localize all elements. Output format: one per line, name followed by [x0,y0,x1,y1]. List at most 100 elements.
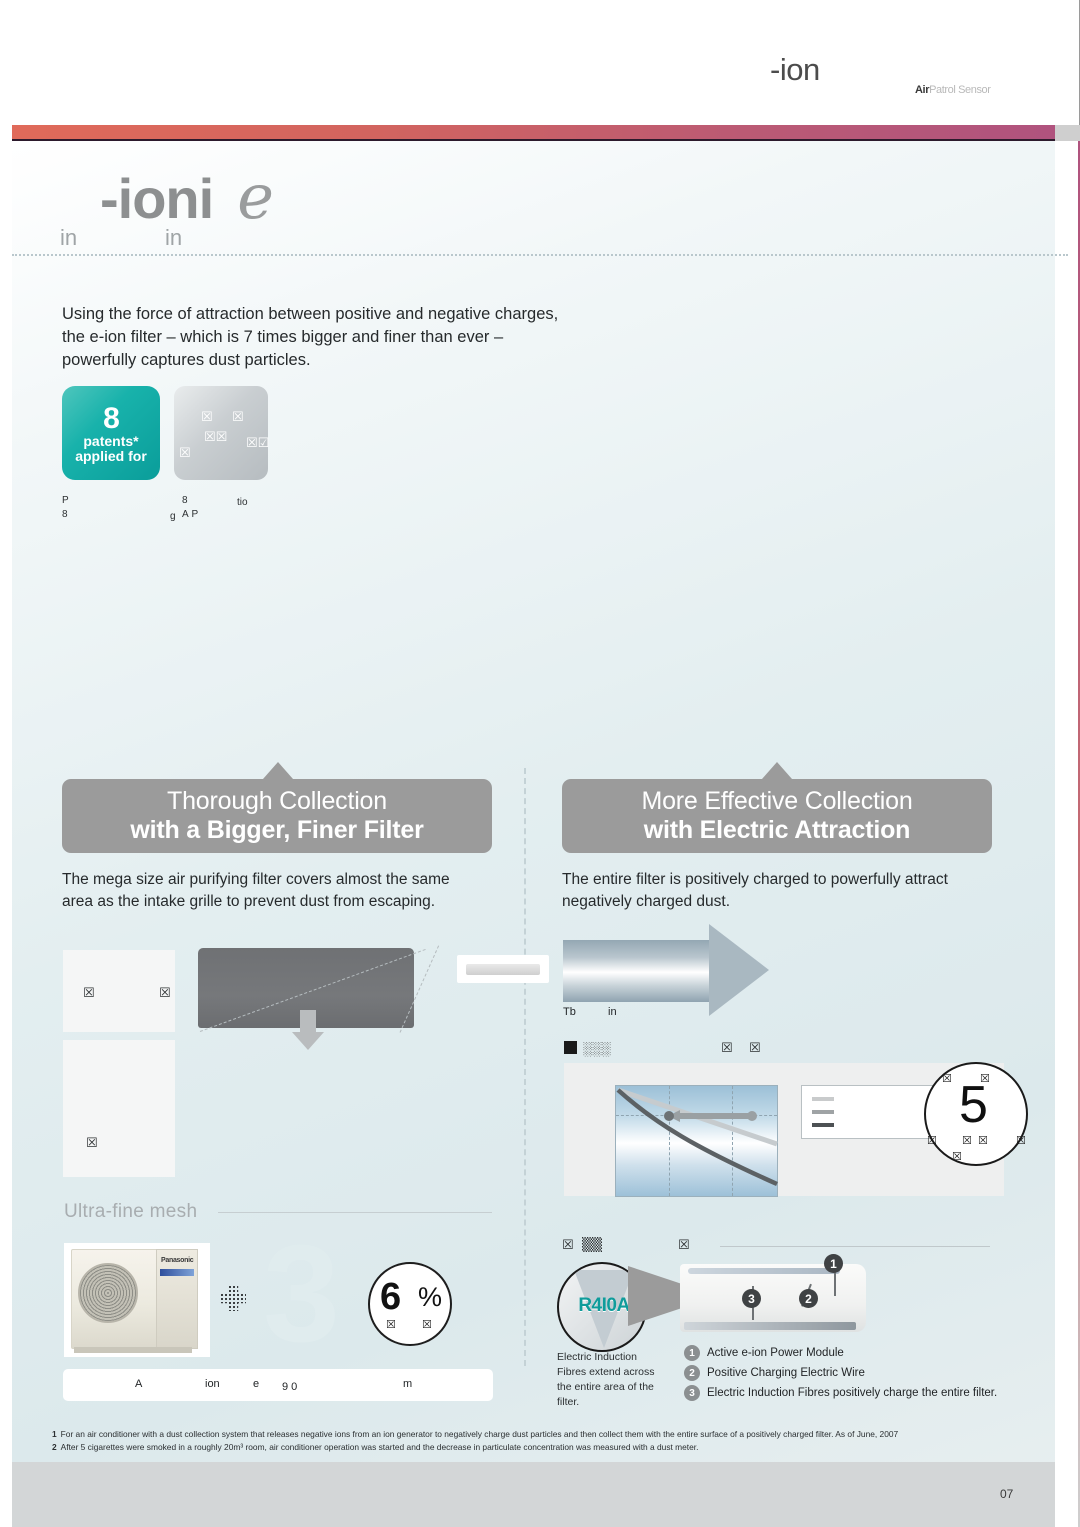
outdoor-unit-label-strip [160,1269,194,1276]
percentage-circle-badge: 6 % ☒ ☒ [368,1262,452,1346]
left-panel-header-line1: Thorough Collection [167,787,387,815]
badge-caption-r2b: g [170,511,176,522]
outdoor-unit-fan-grille [78,1263,138,1323]
arrow-caption-a: Tb [563,1006,576,1018]
minutes-circle-glyph-b: ☒ [980,1072,990,1085]
left-panel-header-line2: with a Bigger, Finer Filter [130,816,424,844]
legend-glyph-2: ☒ [749,1041,761,1056]
secondary-badge-glyph-5: ☒ [179,446,191,461]
legend-item: 2 Positive Charging Electric Wire [684,1365,1004,1381]
caption-strip-item-5: m [403,1378,413,1390]
callout-line-1 [834,1270,836,1296]
chart-legend [801,1085,934,1139]
callout-marker-2: 2 [799,1289,818,1308]
badge-caption-r1b: 8 [182,495,188,506]
column-divider [524,768,526,1366]
intro-paragraph: Using the force of attraction between po… [62,305,559,369]
callout-marker-3: 3 [742,1289,761,1308]
chart-series-svg [616,1087,778,1187]
indoor-unit-cutaway [680,1264,866,1332]
callout-marker-3-dot: 3 [742,1289,761,1308]
left-panel-head-notch [263,762,293,779]
minutes-circle-glyph-c: ☒ [927,1134,937,1147]
filter-box-top-glyph-1: ☒ [83,986,95,1001]
right-panel-header: More Effective Collection with Electric … [562,779,992,853]
percentage-circle-number: 6 [380,1276,401,1318]
footnotes: 1 For an air conditioner with a dust col… [52,1428,1037,1454]
indoor-unit-top-bar [688,1268,840,1274]
masthead-subtitle-light: Patrol Sensor [929,84,991,96]
filter-box-top-glyph-2: ☒ [159,986,171,1001]
chart-legend-swatch-2 [812,1110,834,1114]
legend-item-text: Active e-ion Power Module [707,1347,844,1359]
minutes-circle-glyph-d: ☒ [962,1134,972,1147]
legend-item-number: 1 [684,1345,700,1361]
callout-marker-1: 1 [824,1254,843,1273]
percentage-circle-glyph-1: ☒ [386,1318,396,1331]
patents-badge-number: 8 [103,402,120,435]
minutes-circle-glyph-g: ☒ [952,1150,962,1163]
legend-square-icon [564,1041,577,1054]
minutes-circle-badge: 5 ☒ ☒ ☒ ☒ ☒ ☒ ☒ [924,1062,1028,1166]
caption-strip-item-1: A [135,1378,143,1390]
numbered-legend-list: 1 Active e-ion Power Module 2 Positive C… [684,1345,1004,1405]
footnote-text: For an air conditioner with a dust colle… [60,1429,899,1439]
secondary-badge-glyph-1: ☒ [201,410,213,425]
left-panel-caption-strip: A ion e 9 0 m [63,1369,493,1401]
left-panel-header: Thorough Collection with a Bigger, Finer… [62,779,492,853]
indoor-unit-inset-detail [457,955,549,983]
page-number: 07 [1000,1487,1014,1501]
footnote-number: 1 [52,1429,57,1439]
big-statistic-number: 3 [263,1217,340,1371]
minutes-circle-glyph-a: ☒ [942,1072,952,1085]
percentage-circle-symbol: % [418,1282,443,1312]
minutes-circle-number: 5 [959,1076,988,1134]
minutes-circle-glyph-e: ☒ [978,1134,988,1147]
secondary-badge-glyph-2: ☒ [232,410,244,425]
legend-item-text: Electric Induction Fibres positively cha… [707,1387,998,1399]
header-dotted-divider [12,254,1068,256]
footer-band [12,1462,1055,1527]
filter-box-bottom-glyph-1: ☒ [86,1136,98,1151]
page-title-script: e [237,160,274,233]
attraction-arrow-head [709,924,769,1016]
legend-glyph-1: ☒ [721,1041,733,1056]
footnote-row: 1 For an air conditioner with a dust col… [52,1428,1037,1441]
electric-induction-sidenote: Electric Induction Fibres extend across … [557,1351,655,1408]
patents-badge-line2: applied for [75,448,147,465]
legend-item-text: Positive Charging Electric Wire [707,1367,865,1379]
page-title: -ioni e [100,166,274,228]
footnote-number: 2 [52,1442,57,1453]
percentage-circle-glyph-2: ☒ [422,1318,432,1331]
callout-marker-1-dot: 1 [824,1254,843,1273]
ultra-fine-mesh-rule [218,1212,492,1213]
accent-gradient-bar [12,125,1055,141]
outdoor-unit-side-panel [156,1249,198,1349]
badge-caption-r2c: A P [182,509,199,520]
accent-bar-grey-tail [1055,125,1080,141]
legend-item-number: 2 [684,1365,700,1381]
patents-badge: 8 patents* applied for [62,386,160,480]
outdoor-unit-base [74,1347,192,1353]
secondary-badge-glyph-4: ☒☑ [246,436,270,451]
badge-caption-r2: 8 [62,509,68,520]
patents-badge-line1: patents* [83,433,139,449]
outdoor-unit-brand-mark: Panasonic [161,1257,194,1264]
left-panel-body: The mega size air purifying filter cover… [62,871,450,910]
footnote-text: After 5 cigarettes were smoked in a roug… [60,1442,699,1453]
callout-marker-2-dot: 2 [799,1289,818,1308]
caption-strip-item-4: 9 0 [271,1381,298,1393]
page-subtitle-b: in [165,225,183,250]
indoor-unit-inset-bar [466,963,540,975]
chart-legend-swatch-3 [812,1123,834,1127]
footnote-row: 2 After 5 cigarettes were smoked in a ro… [52,1441,1037,1454]
badge-caption-r1: P [62,495,69,506]
legend-item: 1 Active e-ion Power Module [684,1345,1004,1361]
chart-plot-area [615,1085,778,1197]
filter-illustration-box-top: ☒ ☒ [63,950,175,1032]
right-panel-header-line2: with Electric Attraction [643,816,911,844]
arrow-caption-b: in [608,1006,617,1018]
masthead-subtitle-dark: Air [915,84,930,96]
caption-strip-item-2: ion [205,1378,220,1390]
outdoor-unit-photo: Panasonic [64,1243,210,1357]
